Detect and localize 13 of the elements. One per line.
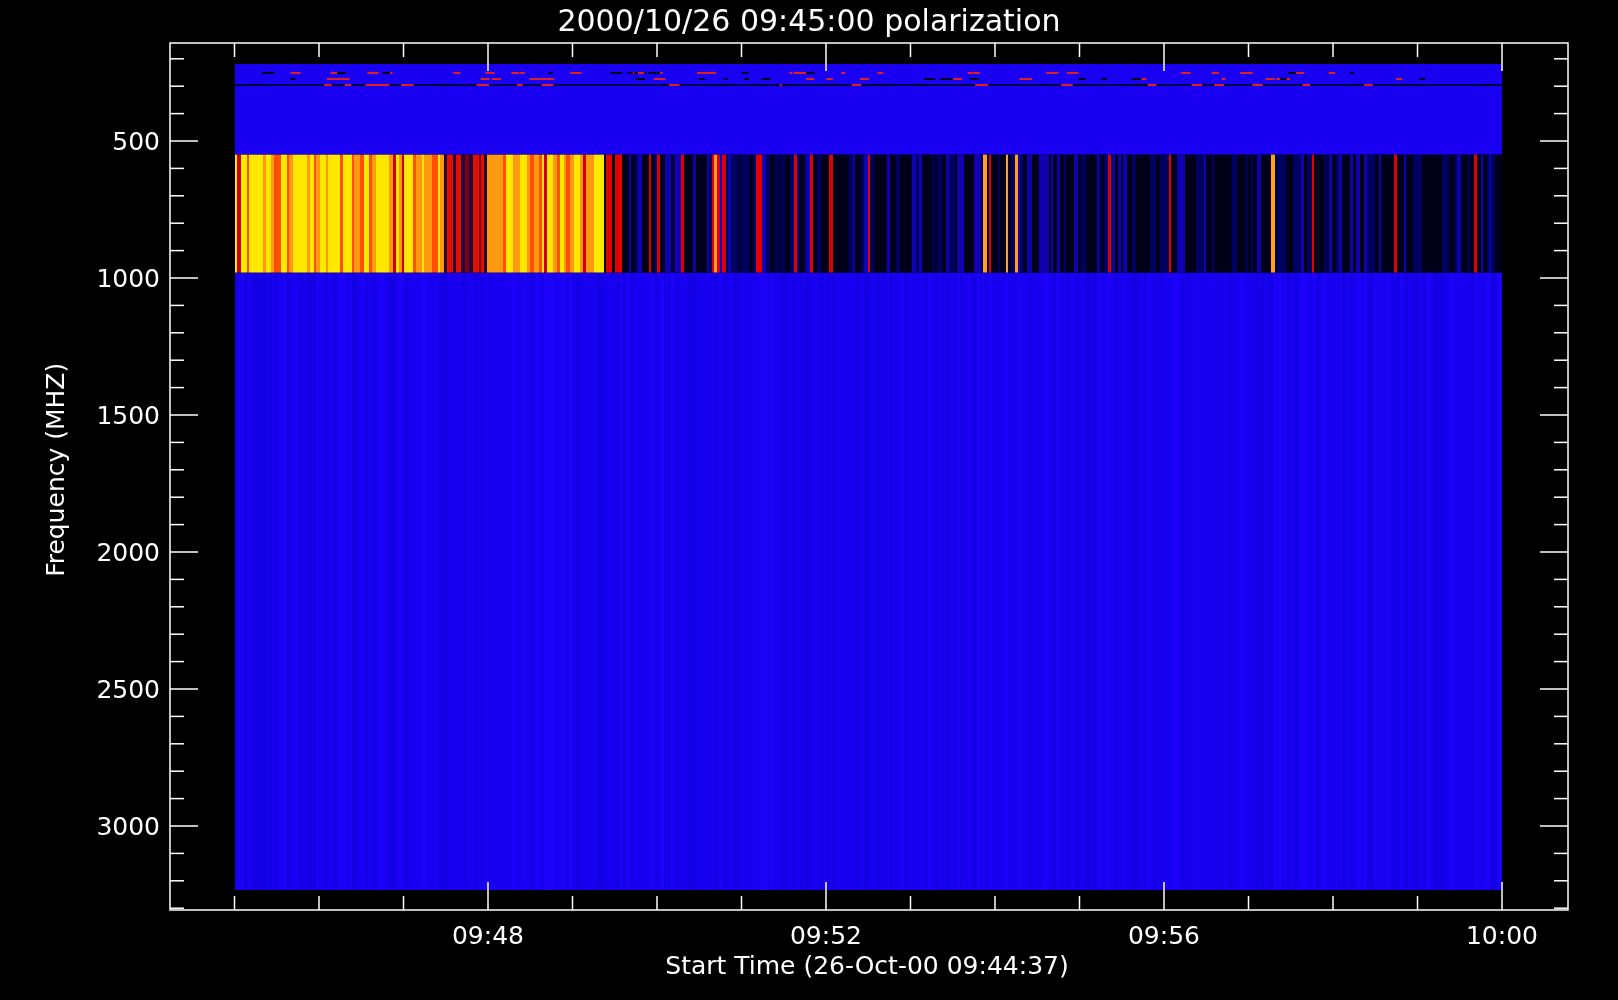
tick-label: 09:56	[1128, 921, 1200, 950]
tick-label: 2500	[96, 675, 160, 704]
tick-label: 500	[112, 127, 160, 156]
tick-label: 09:48	[452, 921, 524, 950]
axis-title: Frequency (MHZ)	[41, 362, 70, 577]
tick-label: 10:00	[1466, 921, 1538, 950]
tick-label: 1000	[96, 264, 160, 293]
chart-title: 2000/10/26 09:45:00 polarization	[557, 3, 1061, 38]
tick-label: 3000	[96, 812, 160, 841]
tick-label: 09:52	[790, 921, 862, 950]
axis-title: Start Time (26-Oct-00 09:44:37)	[665, 951, 1069, 980]
tick-label: 2000	[96, 538, 160, 567]
tick-label: 1500	[96, 401, 160, 430]
